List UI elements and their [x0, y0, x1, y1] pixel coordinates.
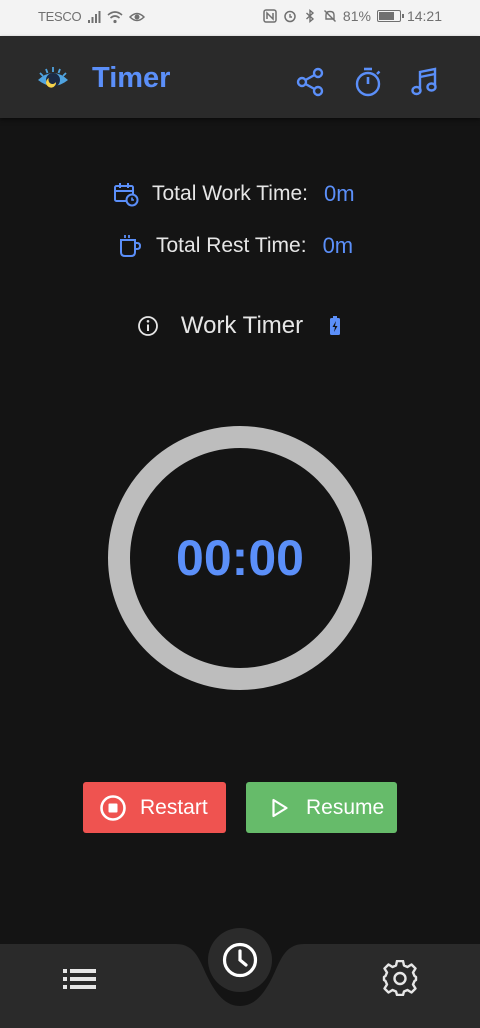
settings-icon[interactable] — [382, 960, 418, 996]
eye-icon — [129, 12, 146, 21]
battery-icon — [376, 10, 404, 22]
app-bar: Timer — [0, 36, 480, 118]
alarm-icon — [284, 10, 296, 23]
play-icon — [272, 798, 288, 817]
share-icon[interactable] — [294, 66, 326, 98]
music-icon[interactable] — [408, 66, 440, 98]
battery-charging-icon — [330, 316, 341, 335]
stopwatch-icon[interactable] — [352, 66, 384, 98]
restart-button[interactable]: Restart — [83, 782, 226, 833]
timer-display: 00:00 — [176, 530, 304, 586]
page-title: Timer — [92, 62, 171, 94]
total-rest-row: Total Rest Time: 0m — [117, 232, 353, 260]
total-work-row: Total Work Time: 0m — [112, 180, 355, 208]
battery-percent: 81% — [342, 8, 371, 24]
wifi-icon — [107, 10, 123, 23]
signal-icon — [88, 10, 101, 23]
total-work-value: 0m — [323, 181, 355, 206]
bluetooth-icon — [305, 9, 314, 23]
carrier-name: TESCO — [38, 9, 82, 24]
status-bar: TESCO 81% 14:21 — [0, 0, 480, 36]
list-icon[interactable] — [62, 966, 98, 992]
info-icon[interactable] — [137, 315, 159, 337]
timer-mode-label: Work Timer — [180, 312, 304, 339]
timer-tab-button[interactable] — [208, 928, 272, 992]
mute-icon — [323, 10, 336, 22]
work-calendar-icon — [114, 183, 139, 207]
resume-label: Resume — [306, 795, 385, 819]
stop-icon — [100, 794, 126, 821]
restart-label: Restart — [140, 795, 208, 819]
coffee-cup-icon — [120, 235, 142, 257]
total-rest-value: 0m — [322, 233, 354, 258]
eye-logo-icon — [38, 67, 68, 88]
total-work-label: Total Work Time: — [152, 182, 308, 205]
clock-time: 14:21 — [406, 8, 442, 24]
nfc-icon — [263, 9, 277, 23]
total-rest-label: Total Rest Time: — [156, 234, 307, 257]
clock-icon — [222, 942, 258, 978]
timer-mode-row: Work Timer — [0, 312, 480, 340]
resume-button[interactable]: Resume — [246, 782, 397, 833]
